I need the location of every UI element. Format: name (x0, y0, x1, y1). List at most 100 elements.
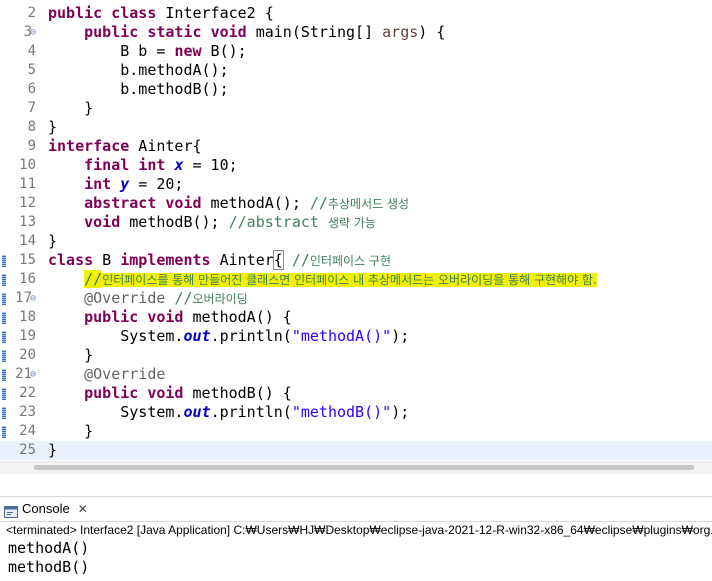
close-icon[interactable]: ✕ (78, 502, 88, 516)
code-text[interactable]: //인터페이스를 통해 만들어진 클래스면 인터페이스 내 추상메서드는 오버라… (48, 270, 597, 290)
scrollbar-thumb[interactable] (34, 465, 694, 470)
code-token: B (93, 251, 121, 269)
code-line[interactable]: 20 } (0, 346, 712, 365)
line-number: 23 (19, 404, 36, 420)
code-line[interactable]: 25} (0, 441, 712, 460)
code-token: public (84, 23, 139, 41)
code-token: } (48, 99, 94, 117)
code-text[interactable]: } (48, 422, 93, 441)
code-text[interactable]: } (48, 99, 93, 118)
code-text[interactable]: abstract void methodA(); //추상메서드 생성 (48, 194, 409, 214)
code-line[interactable]: 12 abstract void methodA(); //추상메서드 생성 (0, 194, 712, 213)
code-text[interactable]: } (48, 441, 57, 460)
code-text[interactable]: public static void main(String[] args) { (48, 23, 445, 42)
code-line[interactable]: 22 public void methodB() { (0, 384, 712, 403)
code-line[interactable]: 8} (0, 118, 712, 137)
code-line[interactable]: 9 interface Ainter{ (0, 137, 712, 156)
code-text[interactable]: public void methodB() { (48, 384, 292, 403)
code-line[interactable]: 10 final int x = 10; (0, 156, 712, 175)
line-number: 13 (19, 214, 36, 230)
code-token: B b = (48, 42, 175, 60)
code-token: } (48, 346, 94, 364)
code-token: interface (48, 137, 130, 155)
code-text[interactable]: } (48, 118, 57, 137)
code-line[interactable]: 13 void methodB(); //abstract 생략 가능 (0, 213, 712, 232)
code-token: y (120, 175, 130, 193)
code-text[interactable]: int y = 20; (48, 175, 183, 194)
code-line[interactable]: 14} (0, 232, 712, 251)
code-line[interactable]: 21 ⊖ @Override (0, 365, 712, 384)
code-text[interactable]: System.out.println("methodA()"); (48, 327, 409, 346)
code-token: class (48, 251, 94, 269)
code-line[interactable]: 4 B b = new B(); (0, 42, 712, 61)
code-token: // (84, 270, 103, 288)
code-line[interactable]: 17 ⊖ @Override //오버라이딩 (0, 289, 712, 308)
code-text[interactable]: } (48, 232, 57, 251)
code-token: @Override (84, 365, 166, 383)
code-line[interactable]: 16 //인터페이스를 통해 만들어진 클래스면 인터페이스 내 추상메서드는 … (0, 270, 712, 289)
tab-console[interactable]: Console ✕ (4, 499, 88, 519)
code-line[interactable]: 7 } (0, 99, 712, 118)
fold-toggle-icon[interactable]: ⊖ (30, 23, 36, 42)
code-token: ); (391, 327, 410, 345)
code-token: B(); (201, 42, 247, 60)
code-line[interactable]: 24 } (0, 422, 712, 441)
code-line[interactable]: 11 int y = 20; (0, 175, 712, 194)
code-token: "methodA()" (291, 327, 392, 345)
code-token: main(String[] (246, 23, 383, 41)
code-token: methodB(); (120, 213, 229, 231)
code-line[interactable]: 3 ⊖ public static void main(String[] args… (0, 23, 712, 42)
code-token: Ainter (210, 251, 274, 269)
code-token: methodA() { (183, 308, 292, 326)
code-text[interactable]: System.out.println("methodB()"); (48, 403, 409, 422)
code-text[interactable]: class B implements Ainter{ //인터페이스 구현 (48, 250, 391, 271)
console-icon (4, 504, 18, 518)
fold-toggle-icon[interactable]: ⊖ (30, 365, 36, 384)
editor-horizontal-scrollbar[interactable] (0, 461, 712, 474)
code-text[interactable]: public class Interface2 { (48, 4, 274, 23)
code-line[interactable]: 5 b.methodA(); (0, 61, 712, 80)
code-editor[interactable]: 2 public class Interface2 {3 ⊖ public stat… (0, 0, 712, 470)
code-text[interactable]: } (48, 346, 93, 365)
code-line[interactable]: 18 public void methodA() { (0, 308, 712, 327)
code-token: } (48, 118, 58, 136)
code-text[interactable]: final int x = 10; (48, 156, 238, 175)
code-token: void (165, 194, 202, 212)
code-text[interactable]: void methodB(); //abstract 생략 가능 (48, 213, 376, 233)
fold-toggle-icon[interactable]: ⊖ (30, 289, 36, 308)
code-text[interactable]: b.methodB(); (48, 80, 228, 99)
code-text[interactable]: b.methodA(); (48, 61, 228, 80)
console-view-header: Console ✕ (0, 496, 712, 522)
code-token: void (210, 23, 247, 41)
code-token: //abstract (228, 213, 328, 231)
code-text[interactable]: @Override (48, 365, 165, 384)
line-number: 5 (27, 62, 36, 78)
code-text[interactable]: B b = new B(); (48, 42, 247, 61)
code-line[interactable]: 23 System.out.println("methodB()"); (0, 403, 712, 422)
code-line[interactable]: 15 class B implements Ainter{ //인터페이스 구현 (0, 250, 712, 271)
code-text[interactable]: @Override //오버라이딩 (48, 289, 248, 309)
code-line[interactable]: 19 System.out.println("methodA()"); (0, 327, 712, 346)
code-text[interactable]: public void methodA() { (48, 308, 292, 327)
code-line[interactable]: 6 b.methodB(); (0, 80, 712, 99)
code-text[interactable]: interface Ainter{ (48, 137, 202, 156)
code-token: class (111, 4, 157, 22)
code-token: { (272, 250, 284, 270)
line-number: 14 (19, 233, 36, 249)
code-token: Ainter{ (129, 137, 202, 155)
line-number: 8 (27, 119, 36, 135)
code-line[interactable]: 2 public class Interface2 { (0, 4, 712, 23)
line-number: 3 (23, 24, 32, 40)
code-token: int (138, 156, 166, 174)
code-token: methodB() { (183, 384, 292, 402)
line-number: 6 (27, 81, 36, 97)
